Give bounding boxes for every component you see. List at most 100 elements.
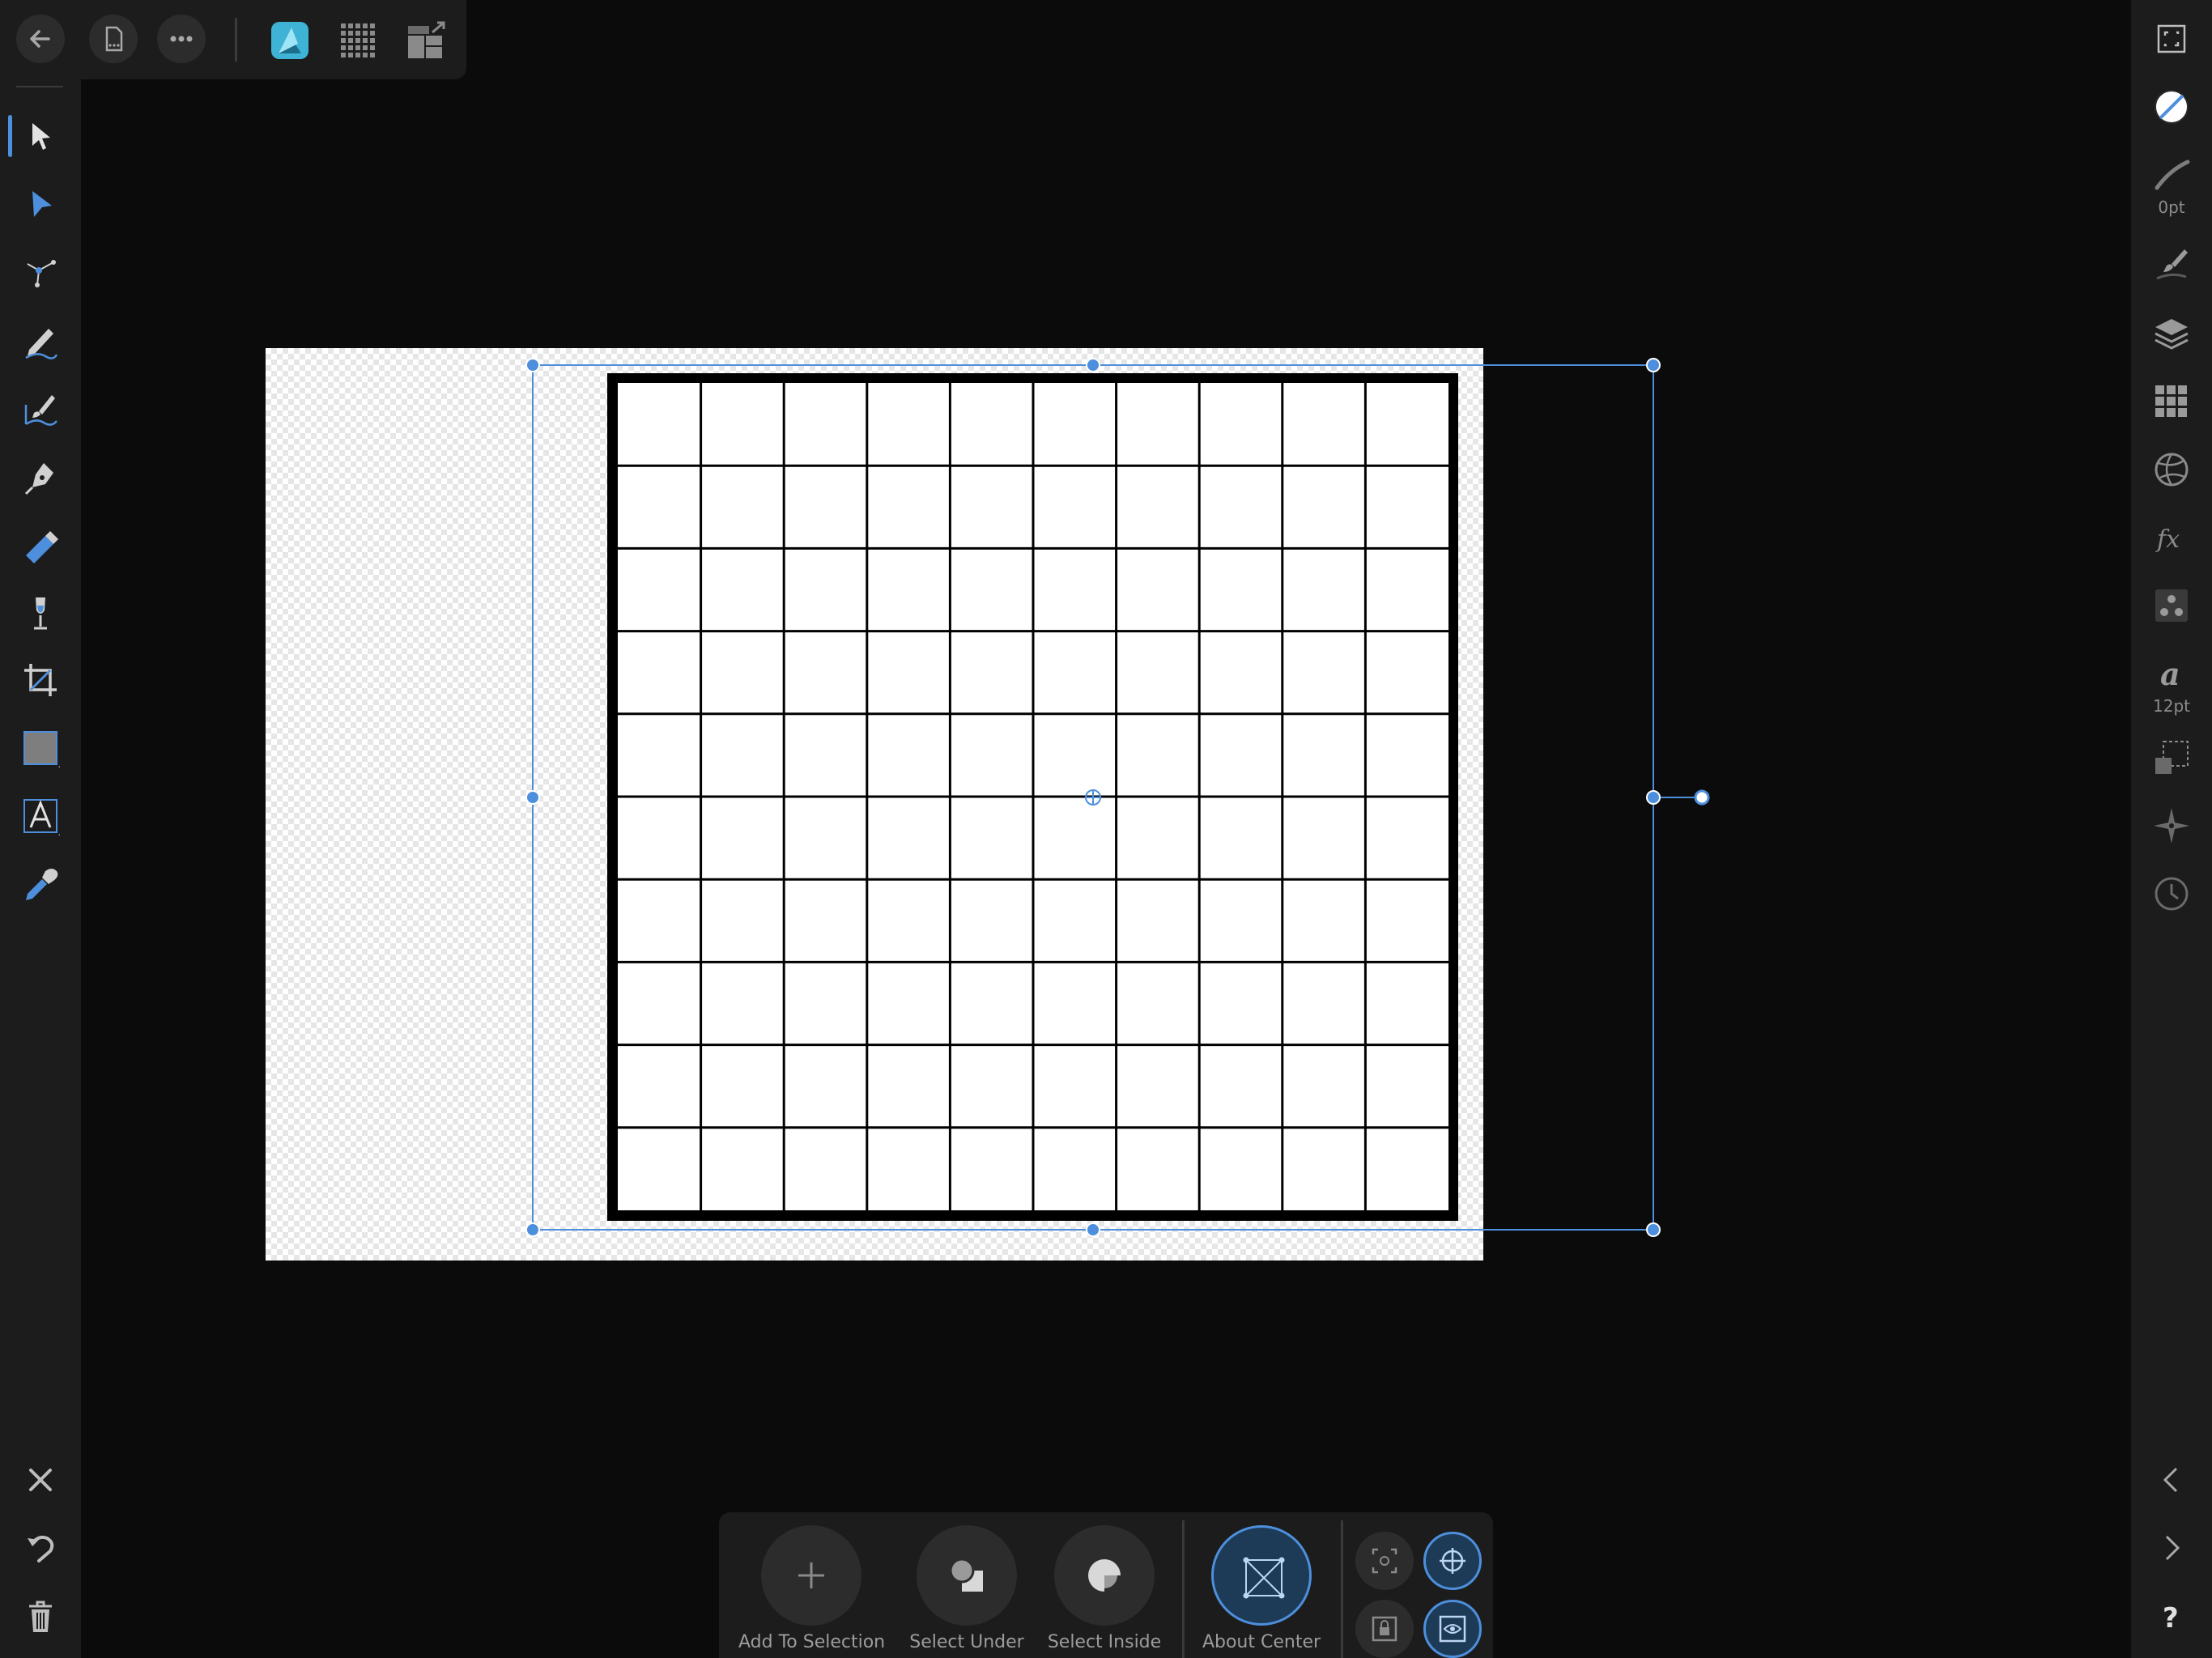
history-panel-button[interactable]: [2142, 865, 2201, 923]
text-tool-icon: [23, 799, 60, 835]
about-center-button[interactable]: [1211, 1525, 1312, 1626]
context-toolbar: Add To Selection Select Under Select Ins…: [719, 1512, 1493, 1658]
pen-tool-icon: [24, 463, 53, 495]
previous-button[interactable]: [2142, 1451, 2201, 1509]
swatches-icon: [2155, 385, 2187, 417]
transparency-tool-icon: [34, 597, 47, 630]
pen-tool[interactable]: [11, 447, 70, 505]
brushes-panel-button[interactable]: [2142, 233, 2201, 291]
add-to-selection-button[interactable]: [761, 1525, 861, 1626]
grid-object[interactable]: [607, 373, 1458, 1221]
crop-tool-icon: [24, 664, 57, 696]
close-icon: [29, 1469, 52, 1491]
navigator-panel-button[interactable]: [2142, 797, 2201, 855]
plus-icon: [798, 1562, 824, 1588]
svg-text:a: a: [2160, 656, 2180, 692]
pencil-tool[interactable]: [11, 311, 70, 369]
select-inside-label: Select Inside: [1047, 1632, 1162, 1652]
export-persona-button[interactable]: [402, 16, 450, 65]
toolbar-divider: [235, 18, 237, 62]
styles-panel-button[interactable]: [2142, 576, 2201, 635]
fill-tool-icon: [26, 531, 58, 563]
color-panel-button[interactable]: [2142, 78, 2201, 136]
about-center-label: About Center: [1202, 1632, 1321, 1652]
effects-icon: fx: [2155, 525, 2180, 554]
help-icon: ?: [2163, 1602, 2179, 1635]
export-persona-icon: [408, 21, 445, 58]
vector-brush-tool[interactable]: [11, 379, 70, 437]
rectangle-tool[interactable]: [11, 719, 70, 777]
font-size-label: 12pt: [2153, 696, 2190, 716]
pixel-persona-button[interactable]: [334, 16, 382, 65]
brushes-icon: [2156, 249, 2188, 280]
text-tool[interactable]: [11, 787, 70, 845]
corner-tool-icon: [27, 260, 56, 287]
adjustments-panel-button[interactable]: [2142, 440, 2201, 499]
move-tool[interactable]: [8, 107, 70, 165]
history-icon: [2155, 877, 2189, 911]
rotation-handle[interactable]: [1694, 789, 1710, 806]
pixel-persona-icon: [341, 23, 375, 57]
fill-tool[interactable]: [11, 515, 70, 573]
top-toolbar: [0, 0, 466, 79]
grid-shape[interactable]: [607, 373, 1458, 1221]
document-menu-button[interactable]: [89, 15, 138, 63]
move-tool-icon: [32, 123, 50, 150]
stroke-panel-button[interactable]: [2142, 146, 2201, 204]
crop-tool[interactable]: [11, 651, 70, 709]
corner-tool[interactable]: [11, 243, 70, 301]
back-button[interactable]: [16, 15, 65, 63]
crosshair-icon: [1440, 1548, 1465, 1574]
rectangle-tool-icon: [23, 731, 60, 767]
color-icon: [2155, 90, 2189, 124]
more-options-icon: [170, 36, 193, 42]
selection-handle-top-right[interactable]: [1646, 358, 1661, 372]
delete-button[interactable]: [11, 1587, 70, 1645]
text-styles-icon: a: [2160, 656, 2180, 692]
color-picker-tool[interactable]: [11, 855, 70, 913]
swatches-panel-button[interactable]: [2142, 372, 2201, 431]
selection-handle-bottom-right[interactable]: [1646, 1222, 1661, 1237]
vector-brush-tool-icon: [24, 395, 57, 426]
node-tool[interactable]: [11, 175, 70, 233]
stroke-icon: [2155, 159, 2190, 190]
select-inside-button[interactable]: [1054, 1525, 1155, 1626]
text-styles-panel-button[interactable]: a: [2142, 644, 2201, 703]
previous-icon: [2163, 1467, 2178, 1493]
transform-panel-button[interactable]: [2142, 729, 2201, 787]
studio-panel: 0pt fx a 12pt ?: [2131, 0, 2212, 1658]
svg-text:?: ?: [2163, 1602, 2179, 1635]
node-tool-icon: [32, 191, 52, 217]
lock-children-button[interactable]: [1355, 1600, 1414, 1658]
document-menu-icon: [105, 26, 123, 52]
help-button[interactable]: ?: [2142, 1587, 2201, 1645]
layers-panel-button[interactable]: [2142, 304, 2201, 363]
more-options-button[interactable]: [157, 15, 206, 63]
effects-panel-button[interactable]: fx: [2142, 508, 2201, 567]
tools-panel: [0, 79, 81, 1658]
view-fullscreen-icon: [2157, 24, 2186, 53]
tools-divider: [16, 86, 63, 87]
select-under-button[interactable]: [917, 1525, 1017, 1626]
lock-children-icon: [1372, 1616, 1397, 1642]
pencil-tool-icon: [25, 329, 58, 359]
selection-handle-right[interactable]: [1646, 790, 1661, 805]
delete-icon: [29, 1601, 52, 1632]
transform-origin-button[interactable]: [1355, 1532, 1414, 1590]
preview-transform-button[interactable]: [1423, 1600, 1482, 1658]
snap-center-button[interactable]: [1423, 1532, 1482, 1590]
next-icon: [2165, 1535, 2180, 1561]
undo-icon: [28, 1535, 54, 1562]
stroke-width-label: 0pt: [2158, 198, 2185, 217]
color-picker-tool-icon: [26, 869, 58, 900]
add-to-selection-label: Add To Selection: [738, 1632, 886, 1652]
transparency-tool[interactable]: [11, 583, 70, 641]
next-button[interactable]: [2142, 1519, 2201, 1577]
adjustments-icon: [2155, 453, 2189, 487]
transform-icon: [2155, 741, 2189, 774]
undo-button[interactable]: [11, 1519, 70, 1577]
view-fullscreen-button[interactable]: [2142, 10, 2201, 68]
designer-persona-button[interactable]: [266, 16, 314, 65]
select-under-label: Select Under: [909, 1632, 1024, 1652]
close-button[interactable]: [11, 1451, 70, 1509]
